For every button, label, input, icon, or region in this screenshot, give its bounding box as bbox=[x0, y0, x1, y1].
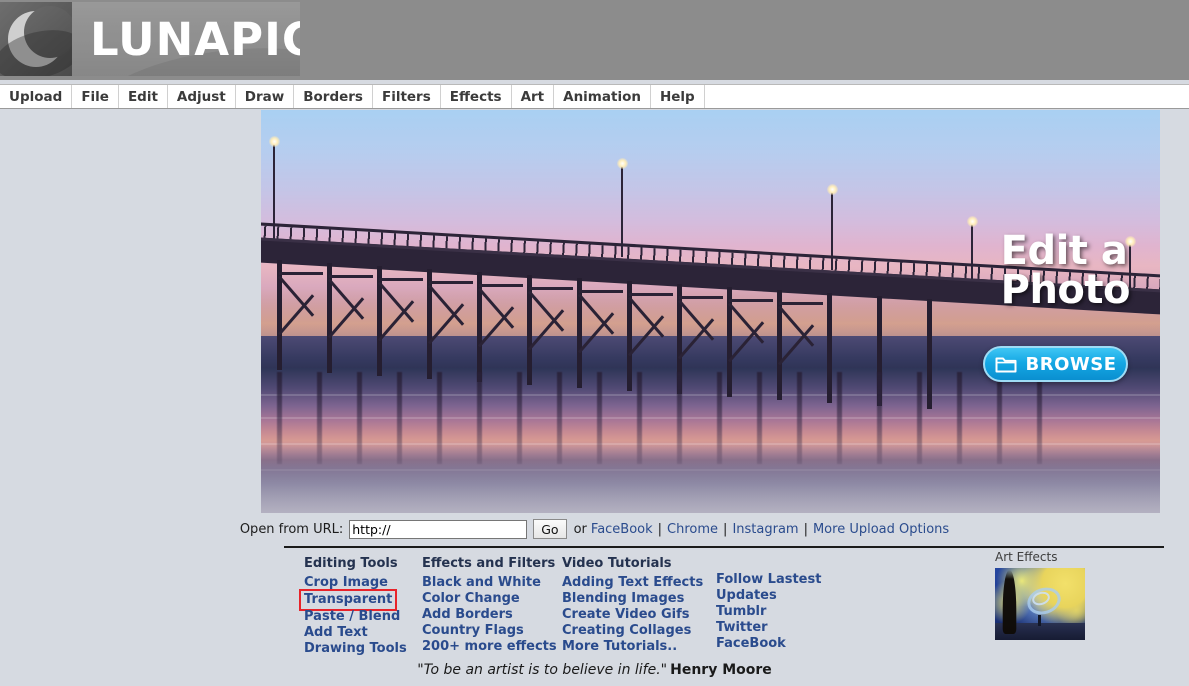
hero-title-line1: Edit a bbox=[1000, 228, 1128, 274]
quote-text: "To be an artist is to believe in life." bbox=[417, 662, 668, 678]
link-black-and-white[interactable]: Black and White bbox=[422, 575, 541, 591]
upload-link-chrome[interactable]: Chrome bbox=[667, 522, 718, 537]
upload-link-instagram[interactable]: Instagram bbox=[732, 522, 798, 537]
link-follow-latest-updates[interactable]: Follow Lastest Updates bbox=[716, 572, 876, 604]
link-separator: | bbox=[657, 521, 663, 537]
menu-item-adjust[interactable]: Adjust bbox=[168, 85, 236, 108]
pier-cross-brace bbox=[529, 287, 573, 347]
menu-item-draw[interactable]: Draw bbox=[236, 85, 295, 108]
url-input[interactable] bbox=[349, 519, 528, 539]
logo-wordmark-text: LUNAPIC bbox=[90, 12, 300, 66]
link-country-flags[interactable]: Country Flags bbox=[422, 623, 524, 639]
folder-icon bbox=[995, 357, 1016, 373]
crescent-moon-icon bbox=[0, 2, 72, 76]
link-transparent[interactable]: Transparent bbox=[298, 589, 398, 611]
main-content: Edit a Photo BROWSE Open from URL: Go or… bbox=[0, 110, 1189, 686]
column-heading: Effects and Filters bbox=[422, 556, 556, 571]
menu-item-edit[interactable]: Edit bbox=[119, 85, 168, 108]
or-text: or bbox=[573, 521, 587, 537]
starry-night-thumbnail[interactable] bbox=[995, 568, 1085, 640]
link-crop-image[interactable]: Crop Image bbox=[304, 575, 388, 591]
lunapic-logo[interactable]: LUNAPIC bbox=[0, 2, 300, 76]
link-columns: Editing Tools Crop Image Transparent Pas… bbox=[298, 556, 876, 657]
hero-title-line2: Photo bbox=[1000, 267, 1131, 314]
browse-button[interactable]: BROWSE bbox=[983, 346, 1128, 382]
link-drawing-tools[interactable]: Drawing Tools bbox=[304, 641, 407, 657]
pier-cross-brace bbox=[429, 281, 473, 341]
link-blending-images[interactable]: Blending Images bbox=[562, 591, 684, 607]
hero-title: Edit a Photo bbox=[1000, 228, 1131, 314]
pier-cross-brace bbox=[729, 299, 773, 359]
pier-piling bbox=[927, 299, 932, 409]
pier-cross-brace bbox=[479, 284, 523, 344]
link-adding-text-effects[interactable]: Adding Text Effects bbox=[562, 575, 703, 591]
column-heading: Editing Tools bbox=[304, 556, 398, 571]
column-heading: Video Tutorials bbox=[562, 556, 672, 571]
menu-item-animation[interactable]: Animation bbox=[554, 85, 651, 108]
upload-link-facebook[interactable]: FaceBook bbox=[591, 522, 653, 537]
link-facebook[interactable]: FaceBook bbox=[716, 636, 786, 652]
hero-photo[interactable]: Edit a Photo BROWSE bbox=[261, 110, 1160, 513]
main-menu-bar: Upload File Edit Adjust Draw Borders Fil… bbox=[0, 84, 1189, 109]
pier-cross-brace bbox=[629, 293, 673, 353]
link-add-borders[interactable]: Add Borders bbox=[422, 607, 513, 623]
link-create-video-gifs[interactable]: Create Video Gifs bbox=[562, 607, 690, 623]
link-twitter[interactable]: Twitter bbox=[716, 620, 768, 636]
browse-button-label: BROWSE bbox=[1025, 353, 1117, 375]
upload-link-more-options[interactable]: More Upload Options bbox=[813, 522, 949, 537]
pier-cross-brace bbox=[579, 290, 623, 350]
logo-wordmark-panel: LUNAPIC bbox=[72, 2, 300, 76]
quote-author: Henry Moore bbox=[670, 662, 772, 678]
link-paste-blend[interactable]: Paste / Blend bbox=[304, 609, 400, 625]
menu-item-art[interactable]: Art bbox=[512, 85, 555, 108]
column-editing-tools: Editing Tools Crop Image Transparent Pas… bbox=[298, 556, 422, 657]
go-button[interactable]: Go bbox=[533, 519, 567, 539]
menu-item-filters[interactable]: Filters bbox=[373, 85, 441, 108]
link-add-text[interactable]: Add Text bbox=[304, 625, 368, 641]
menu-item-borders[interactable]: Borders bbox=[294, 85, 373, 108]
site-header: LUNAPIC bbox=[0, 0, 1189, 80]
pier-cross-brace bbox=[779, 302, 823, 362]
pier-cross-brace bbox=[329, 275, 373, 335]
lamp-light bbox=[967, 216, 978, 227]
open-from-url-row: Open from URL: Go or FaceBook | Chrome |… bbox=[0, 515, 1189, 543]
menu-item-effects[interactable]: Effects bbox=[441, 85, 512, 108]
link-color-change[interactable]: Color Change bbox=[422, 591, 520, 607]
quote-line: "To be an artist is to believe in life."… bbox=[0, 662, 1189, 678]
menu-item-help[interactable]: Help bbox=[651, 85, 705, 108]
lamp-light bbox=[269, 136, 280, 147]
url-label: Open from URL: bbox=[239, 521, 344, 537]
link-tumblr[interactable]: Tumblr bbox=[716, 604, 766, 620]
link-more-tutorials[interactable]: More Tutorials.. bbox=[562, 639, 677, 655]
menu-item-file[interactable]: File bbox=[72, 85, 119, 108]
link-separator: | bbox=[723, 521, 728, 537]
link-creating-collages[interactable]: Creating Collages bbox=[562, 623, 691, 639]
art-effects-label: Art Effects bbox=[995, 550, 1058, 564]
pier-cross-brace bbox=[279, 272, 323, 332]
content-divider bbox=[284, 546, 1164, 548]
art-effects-panel: Art Effects bbox=[995, 550, 1085, 640]
pier-cross-brace bbox=[379, 278, 423, 338]
link-separator: | bbox=[803, 521, 808, 537]
pier-cross-brace bbox=[679, 296, 723, 356]
menu-item-upload[interactable]: Upload bbox=[0, 85, 73, 108]
lamp-light bbox=[827, 184, 838, 195]
link-more-effects[interactable]: 200+ more effects bbox=[422, 639, 557, 655]
photo-shoreline bbox=[261, 445, 1160, 513]
column-video-tutorials: Video Tutorials Adding Text Effects Blen… bbox=[562, 556, 716, 657]
pier-piling bbox=[827, 293, 832, 403]
column-effects-and-filters: Effects and Filters Black and White Colo… bbox=[422, 556, 562, 657]
column-social-links: Follow Lastest Updates Tumblr Twitter Fa… bbox=[716, 556, 876, 657]
lamp-light bbox=[617, 158, 628, 169]
